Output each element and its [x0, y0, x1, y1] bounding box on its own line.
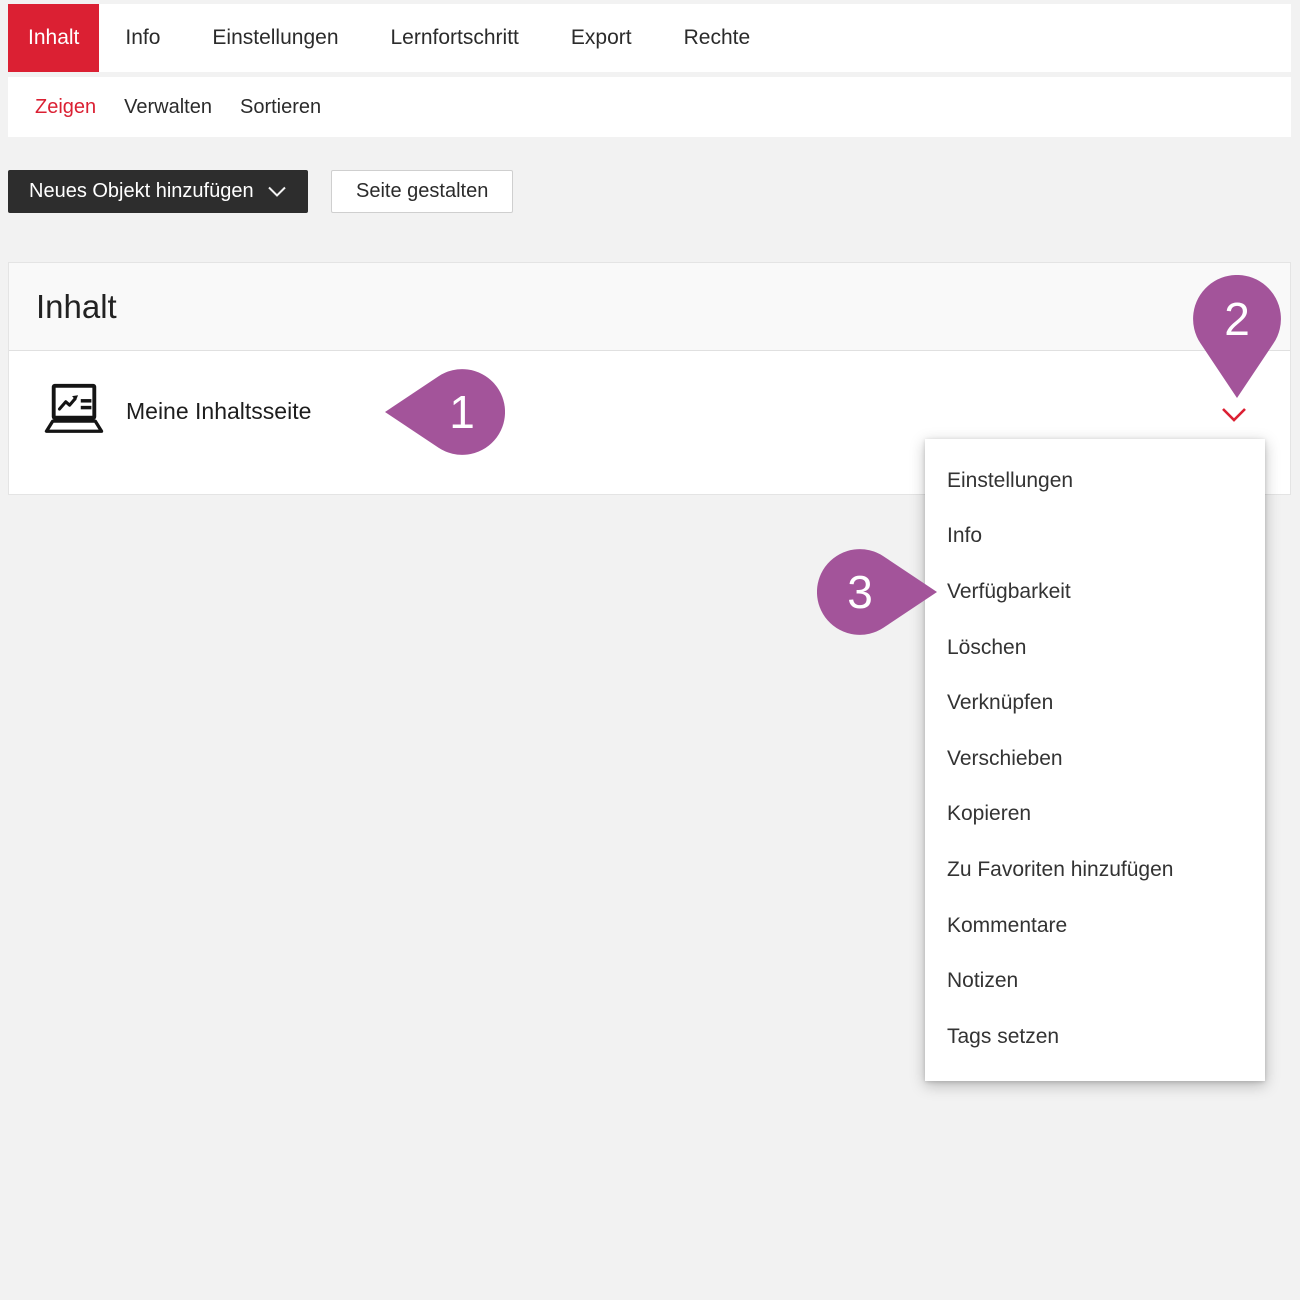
actions-dropdown-menu: Einstellungen Info Verfügbarkeit Löschen…: [925, 439, 1265, 1081]
chevron-down-icon: [267, 185, 287, 198]
tab-info[interactable]: Info: [99, 4, 186, 72]
annotation-marker-1: 1: [436, 386, 488, 438]
subtab-zeigen[interactable]: Zeigen: [21, 77, 110, 137]
subtab-sortieren[interactable]: Sortieren: [226, 77, 335, 137]
actions-dropdown-trigger[interactable]: [1221, 406, 1247, 424]
new-object-button[interactable]: Neues Objekt hinzufügen: [8, 170, 308, 213]
tab-rechte[interactable]: Rechte: [658, 4, 777, 72]
tab-lernfortschritt[interactable]: Lernfortschritt: [365, 4, 545, 72]
new-object-button-label: Neues Objekt hinzufügen: [29, 180, 254, 203]
menu-item-tags-setzen[interactable]: Tags setzen: [925, 1009, 1265, 1065]
menu-item-verfuegbarkeit[interactable]: Verfügbarkeit: [925, 564, 1265, 620]
menu-item-kopieren[interactable]: Kopieren: [925, 787, 1265, 843]
menu-item-kommentare[interactable]: Kommentare: [925, 898, 1265, 954]
menu-item-loeschen[interactable]: Löschen: [925, 620, 1265, 676]
menu-item-info[interactable]: Info: [925, 509, 1265, 565]
page: Inhalt Info Einstellungen Lernfortschrit…: [0, 0, 1300, 1300]
subtab-bar: Zeigen Verwalten Sortieren: [8, 77, 1291, 137]
tab-einstellungen[interactable]: Einstellungen: [186, 4, 364, 72]
menu-item-notizen[interactable]: Notizen: [925, 953, 1265, 1009]
design-page-button-label: Seite gestalten: [356, 180, 488, 203]
tab-inhalt[interactable]: Inhalt: [8, 4, 99, 72]
annotation-marker-3: 3: [834, 566, 886, 618]
chevron-down-icon: [1221, 406, 1247, 424]
content-page-laptop-chart-icon: [43, 381, 105, 439]
content-panel-header: Inhalt: [9, 263, 1290, 351]
menu-item-verschieben[interactable]: Verschieben: [925, 731, 1265, 787]
design-page-button[interactable]: Seite gestalten: [331, 170, 513, 213]
menu-item-verknuepfen[interactable]: Verknüpfen: [925, 675, 1265, 731]
panel-title: Inhalt: [36, 288, 117, 326]
annotation-marker-2: 2: [1211, 293, 1263, 345]
tab-export[interactable]: Export: [545, 4, 658, 72]
tab-bar: Inhalt Info Einstellungen Lernfortschrit…: [8, 4, 1291, 72]
menu-item-einstellungen[interactable]: Einstellungen: [925, 453, 1265, 509]
content-item-link[interactable]: Meine Inhaltsseite: [126, 398, 311, 425]
subtab-verwalten[interactable]: Verwalten: [110, 77, 226, 137]
menu-item-zu-favoriten-hinzufuegen[interactable]: Zu Favoriten hinzufügen: [925, 842, 1265, 898]
